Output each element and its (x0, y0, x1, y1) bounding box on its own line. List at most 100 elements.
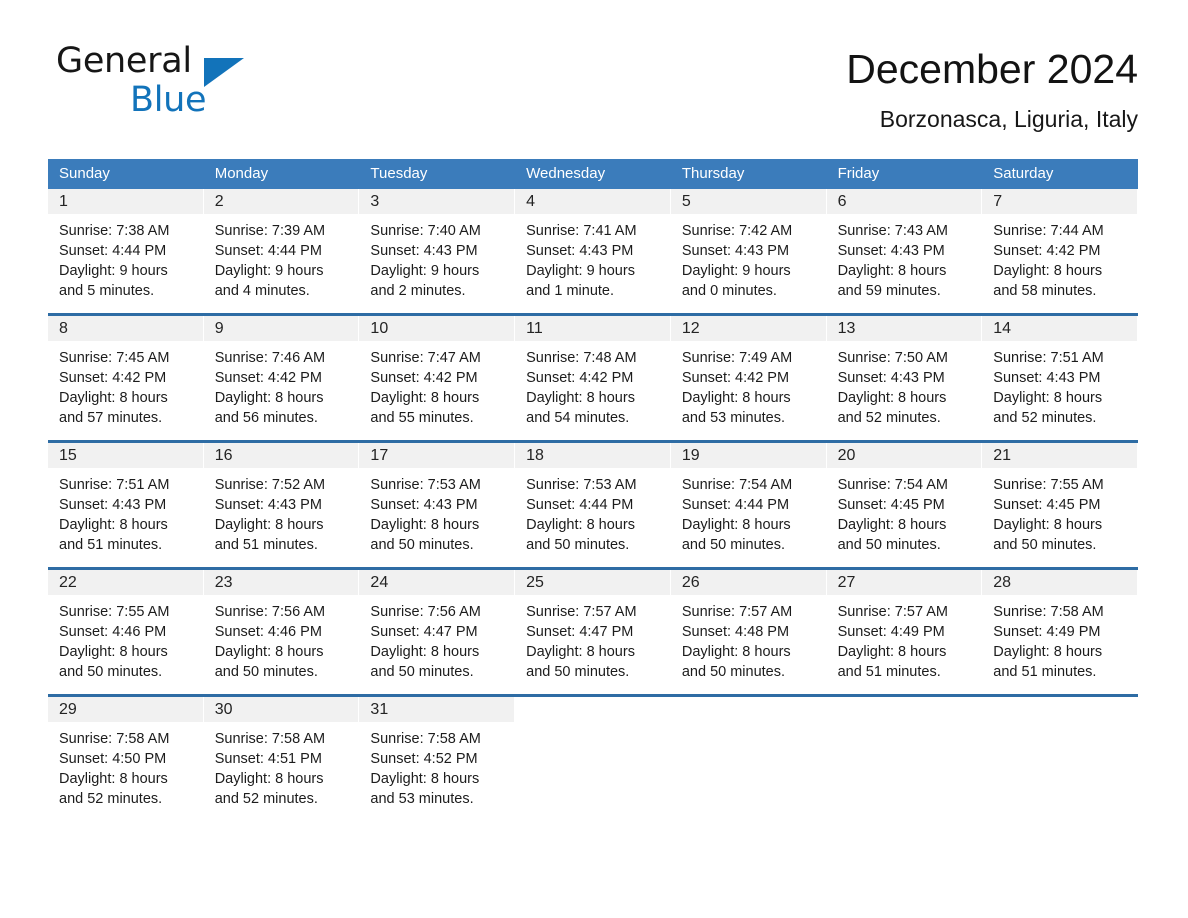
calendar-day-cell[interactable]: 3 Sunrise: 7:40 AM Sunset: 4:43 PM Daylight… (359, 189, 516, 301)
day-number: 1 (59, 193, 68, 210)
day-details: Sunrise: 7:56 AM Sunset: 4:47 PM Daylight:… (359, 595, 514, 682)
sunrise-text: Sunrise: 7:41 AM (526, 223, 637, 239)
sunrise-text: Sunrise: 7:58 AM (214, 731, 326, 747)
calendar-day-cell[interactable]: 13 Sunrise: 7:50 AM Sunset: 4:43 PM Dayligh… (826, 316, 983, 428)
day-number: 18 (526, 447, 544, 464)
calendar-day-cell[interactable]: 24 Sunrise: 7:56 AM Sunset: 4:47 PM Dayligh… (359, 570, 516, 682)
sunset-text: Sunset: 4:42 PM (681, 370, 790, 386)
calendar-week-row: 15 Sunrise: 7:51 AM Sunset: 4:43 PM Dayligh… (48, 440, 1138, 555)
calendar-page: General Blue December 2024 Borzonasca, L… (0, 0, 1188, 918)
day-number-band: 6 (826, 189, 982, 214)
calendar-day-cell[interactable]: 12 Sunrise: 7:49 AM Sunset: 4:42 PM Dayligh… (670, 316, 827, 428)
sunset-text: Sunset: 4:46 PM (59, 624, 167, 640)
day-number: 22 (59, 574, 77, 591)
day-number-band: 26 (670, 570, 826, 595)
sunset-text: Sunset: 4:42 PM (526, 370, 634, 386)
logo-text-blue: Blue (130, 80, 207, 120)
calendar-day-cell[interactable]: 1 Sunrise: 7:38 AM Sunset: 4:44 PM Daylight… (48, 189, 204, 301)
day-details: Sunrise: 7:44 AM Sunset: 4:42 PM Daylight:… (982, 214, 1137, 301)
sunrise-text: Sunrise: 7:58 AM (370, 731, 481, 747)
calendar-weeks: 1 Sunrise: 7:38 AM Sunset: 4:44 PM Daylight… (48, 189, 1138, 809)
day-details: Sunrise: 7:55 AM Sunset: 4:46 PM Daylight:… (48, 595, 203, 682)
day-details: Sunrise: 7:45 AM Sunset: 4:42 PM Daylight:… (48, 341, 203, 428)
sunrise-text: Sunrise: 7:56 AM (214, 604, 326, 620)
daylight-text: Daylight: 8 hours and 52 minutes. (837, 390, 947, 426)
day-number: 6 (837, 193, 847, 210)
calendar-week-row: 1 Sunrise: 7:38 AM Sunset: 4:44 PM Daylight… (48, 189, 1138, 301)
calendar-day-cell[interactable]: 5 Sunrise: 7:42 AM Sunset: 4:43 PM Daylight… (670, 189, 827, 301)
day-number-band: 1 (48, 189, 203, 214)
calendar-day-cell[interactable]: 6 Sunrise: 7:43 AM Sunset: 4:43 PM Daylight… (826, 189, 983, 301)
calendar-day-cell[interactable]: 8 Sunrise: 7:45 AM Sunset: 4:42 PM Daylight… (48, 316, 204, 428)
sunrise-text: Sunrise: 7:51 AM (993, 350, 1104, 366)
daylight-text: Daylight: 8 hours and 59 minutes. (837, 263, 947, 299)
calendar-day-cell[interactable]: 21 Sunrise: 7:55 AM Sunset: 4:45 PM Dayligh… (982, 443, 1138, 555)
calendar-day-cell[interactable]: 22 Sunrise: 7:55 AM Sunset: 4:46 PM Dayligh… (48, 570, 204, 682)
day-of-week-wednesday: Wednesday (526, 165, 606, 182)
day-number-band: 12 (670, 316, 826, 341)
daylight-text: Daylight: 8 hours and 50 minutes. (370, 517, 480, 553)
daylight-text: Daylight: 8 hours and 51 minutes. (59, 517, 168, 553)
day-details (515, 722, 670, 729)
sunset-text: Sunset: 4:42 PM (214, 370, 322, 386)
day-number: 20 (837, 447, 856, 464)
day-number: 29 (59, 701, 77, 718)
day-number-band: 4 (515, 189, 670, 214)
daylight-text: Daylight: 8 hours and 56 minutes. (214, 390, 324, 426)
calendar-day-cell[interactable]: 31 Sunrise: 7:58 AM Sunset: 4:52 PM Dayligh… (359, 697, 516, 809)
day-of-week-thursday: Thursday (681, 165, 745, 182)
sunrise-text: Sunrise: 7:45 AM (59, 350, 170, 366)
calendar-day-cell[interactable]: 9 Sunrise: 7:46 AM Sunset: 4:42 PM Daylight… (203, 316, 360, 428)
calendar-day-cell[interactable]: 7 Sunrise: 7:44 AM Sunset: 4:42 PM Daylight… (982, 189, 1138, 301)
sunset-text: Sunset: 4:43 PM (370, 497, 478, 513)
sunset-text: Sunset: 4:47 PM (526, 624, 634, 640)
day-number: 27 (837, 574, 856, 591)
calendar-day-cell[interactable]: 16 Sunrise: 7:52 AM Sunset: 4:43 PM Dayligh… (203, 443, 360, 555)
day-number: 3 (370, 193, 380, 210)
sunrise-text: Sunrise: 7:40 AM (370, 223, 481, 239)
sunrise-text: Sunrise: 7:47 AM (370, 350, 481, 366)
calendar-day-cell[interactable]: 11 Sunrise: 7:48 AM Sunset: 4:42 PM Dayligh… (515, 316, 671, 428)
calendar-day-cell[interactable]: 4 Sunrise: 7:41 AM Sunset: 4:43 PM Daylight… (515, 189, 671, 301)
day-of-week-monday: Monday (214, 165, 269, 182)
sunrise-text: Sunrise: 7:48 AM (526, 350, 637, 366)
calendar-day-cell[interactable]: 17 Sunrise: 7:53 AM Sunset: 4:43 PM Dayligh… (359, 443, 516, 555)
calendar-day-cell[interactable]: 28 Sunrise: 7:58 AM Sunset: 4:49 PM Dayligh… (982, 570, 1138, 682)
sunrise-text: Sunrise: 7:43 AM (837, 223, 948, 239)
daylight-text: Daylight: 8 hours and 52 minutes. (214, 771, 324, 807)
calendar-day-cell[interactable]: 18 Sunrise: 7:53 AM Sunset: 4:44 PM Dayligh… (515, 443, 671, 555)
sunrise-text: Sunrise: 7:42 AM (681, 223, 793, 239)
day-number-band (982, 697, 1137, 722)
calendar-day-cell[interactable]: 26 Sunrise: 7:57 AM Sunset: 4:48 PM Dayligh… (670, 570, 827, 682)
day-of-week-tuesday: Tuesday (370, 165, 428, 182)
day-number: 31 (370, 701, 389, 718)
day-number-band: 9 (203, 316, 359, 341)
calendar-day-cell[interactable]: 10 Sunrise: 7:47 AM Sunset: 4:42 PM Dayligh… (359, 316, 516, 428)
day-number: 7 (993, 193, 1003, 210)
calendar-day-cell[interactable]: 25 Sunrise: 7:57 AM Sunset: 4:47 PM Dayligh… (515, 570, 671, 682)
day-of-week-sunday: Sunday (59, 165, 110, 182)
generalblue-logo[interactable]: General Blue (56, 44, 256, 120)
daylight-text: Daylight: 8 hours and 50 minutes. (214, 644, 324, 680)
calendar-day-cell[interactable]: 14 Sunrise: 7:51 AM Sunset: 4:43 PM Dayligh… (982, 316, 1138, 428)
day-number-band: 31 (359, 697, 515, 722)
calendar-day-cell[interactable]: 29 Sunrise: 7:58 AM Sunset: 4:50 PM Dayligh… (48, 697, 204, 809)
day-number-band: 5 (670, 189, 826, 214)
daylight-text: Daylight: 8 hours and 52 minutes. (59, 771, 168, 807)
day-number: 2 (214, 193, 224, 210)
sunrise-text: Sunrise: 7:51 AM (59, 477, 170, 493)
day-details: Sunrise: 7:54 AM Sunset: 4:45 PM Daylight:… (827, 468, 982, 555)
calendar-day-cell[interactable]: 20 Sunrise: 7:54 AM Sunset: 4:45 PM Dayligh… (826, 443, 983, 555)
calendar-day-cell[interactable]: 2 Sunrise: 7:39 AM Sunset: 4:44 PM Daylight… (203, 189, 360, 301)
day-number: 9 (214, 320, 224, 337)
calendar-day-cell[interactable]: 30 Sunrise: 7:58 AM Sunset: 4:51 PM Dayligh… (203, 697, 360, 809)
calendar-day-cell[interactable]: 23 Sunrise: 7:56 AM Sunset: 4:46 PM Dayligh… (203, 570, 360, 682)
calendar-day-cell[interactable]: 19 Sunrise: 7:54 AM Sunset: 4:44 PM Dayligh… (670, 443, 827, 555)
day-details: Sunrise: 7:52 AM Sunset: 4:43 PM Daylight:… (204, 468, 359, 555)
daylight-text: Daylight: 8 hours and 50 minutes. (59, 644, 168, 680)
day-number-band: 14 (982, 316, 1137, 341)
calendar-day-cell[interactable]: 27 Sunrise: 7:57 AM Sunset: 4:49 PM Dayligh… (826, 570, 983, 682)
calendar-day-cell[interactable]: 15 Sunrise: 7:51 AM Sunset: 4:43 PM Dayligh… (48, 443, 204, 555)
day-number: 4 (526, 193, 536, 210)
daylight-text: Daylight: 8 hours and 50 minutes. (370, 644, 480, 680)
